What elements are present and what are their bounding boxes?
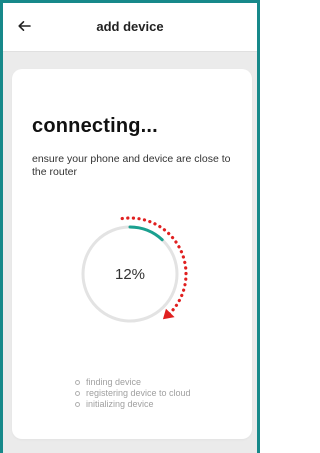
progress-percent: 12%	[114, 266, 146, 283]
step-bullet-icon	[75, 391, 80, 396]
app-frame: add device connecting... ensure your pho…	[0, 0, 260, 453]
step-label: finding device	[86, 377, 142, 387]
connection-card: connecting... ensure your phone and devi…	[12, 69, 252, 439]
step-item: registering device to cloud	[75, 388, 191, 399]
page-title: add device	[96, 19, 164, 34]
steps-list: finding device registering device to clo…	[75, 377, 191, 410]
progress-fill-arc	[128, 225, 164, 242]
step-label: initializing device	[86, 399, 154, 409]
step-label: registering device to cloud	[86, 388, 191, 398]
step-bullet-icon	[75, 380, 80, 385]
step-bullet-icon	[75, 402, 80, 407]
header-bar: add device	[3, 3, 257, 52]
step-item: initializing device	[75, 399, 191, 410]
step-item: finding device	[75, 377, 191, 388]
